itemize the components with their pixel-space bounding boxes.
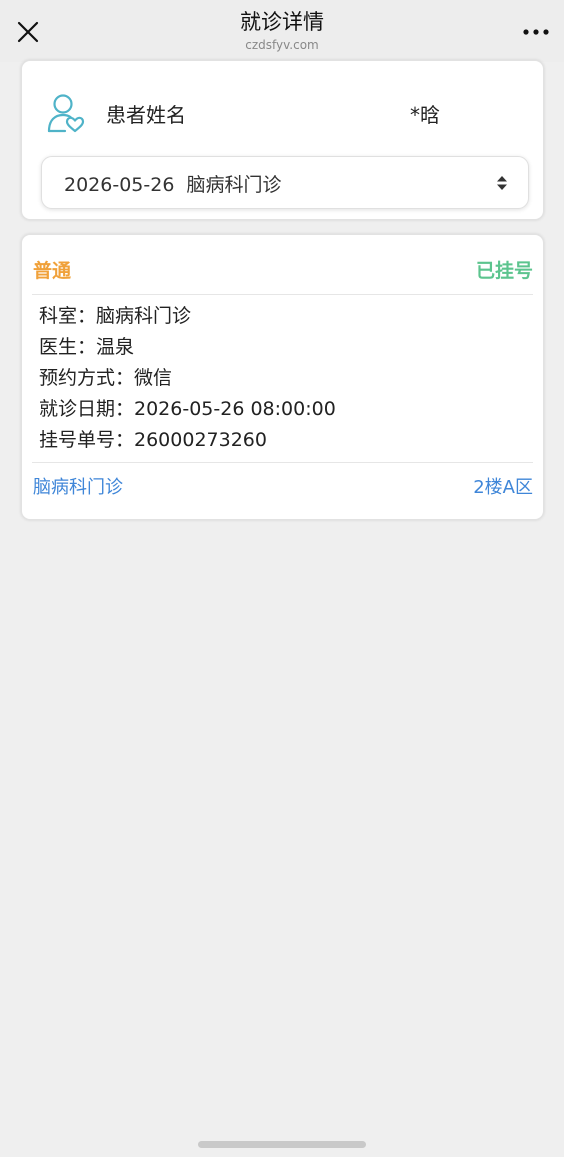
appointment-status-badge: 已挂号 bbox=[475, 260, 533, 282]
appointment-type-label: 普通 bbox=[33, 260, 72, 282]
patient-card: 患者姓名 *晗 2026-05-26 脑病科门诊 bbox=[21, 60, 544, 220]
appointment-footer: 脑病科门诊 2楼A区 bbox=[32, 462, 533, 506]
top-navigation-bar: 就诊详情 czdsfyv.com bbox=[0, 0, 564, 62]
visit-select-value: 2026-05-26 脑病科门诊 bbox=[64, 174, 282, 196]
more-dots-icon bbox=[523, 29, 549, 35]
more-button[interactable] bbox=[518, 14, 554, 50]
detail-visit-date: 就诊日期：2026-05-26 08:00:00 bbox=[39, 398, 336, 420]
detail-department: 科室：脑病科门诊 bbox=[39, 305, 192, 327]
department-link[interactable]: 脑病科门诊 bbox=[33, 473, 123, 499]
patient-name-label: 患者姓名 bbox=[106, 103, 186, 127]
detail-doctor: 医生：温泉 bbox=[39, 336, 135, 358]
detail-registration-number: 挂号单号：26000273260 bbox=[39, 429, 267, 451]
patient-row: 患者姓名 *晗 bbox=[22, 91, 543, 137]
patient-name-value: *晗 bbox=[410, 103, 440, 127]
appointment-details: 科室：脑病科门诊 医生：温泉 预约方式：微信 就诊日期：2026-05-26 0… bbox=[39, 301, 336, 456]
detail-booking-method: 预约方式：微信 bbox=[39, 367, 173, 389]
patient-heart-icon bbox=[47, 94, 85, 133]
page-title: 就诊详情 bbox=[240, 10, 324, 34]
appointment-card: 普通 已挂号 科室：脑病科门诊 医生：温泉 预约方式：微信 就诊日期：2026-… bbox=[21, 234, 544, 520]
location-link[interactable]: 2楼A区 bbox=[473, 473, 533, 499]
page-domain: czdsfyv.com bbox=[245, 38, 319, 52]
nav-title-group: 就诊详情 czdsfyv.com bbox=[0, 8, 564, 53]
sort-arrows-icon bbox=[497, 176, 507, 190]
home-indicator[interactable] bbox=[198, 1141, 366, 1148]
visit-select[interactable]: 2026-05-26 脑病科门诊 bbox=[41, 156, 529, 209]
appointment-header: 普通 已挂号 bbox=[32, 235, 533, 295]
